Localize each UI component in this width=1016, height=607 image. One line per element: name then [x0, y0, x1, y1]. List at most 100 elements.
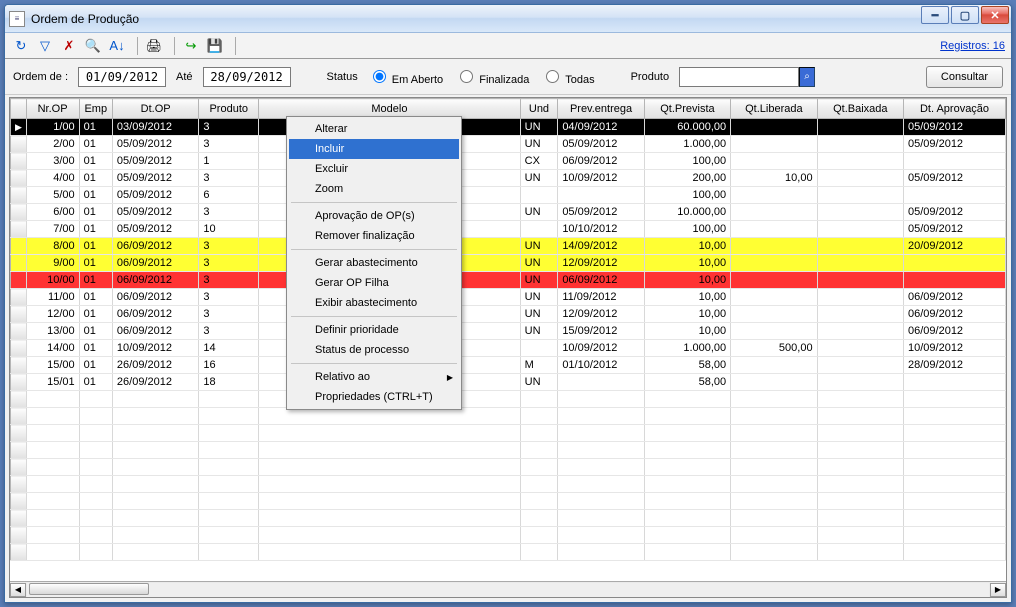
- zoom-icon[interactable]: 🔍: [83, 36, 103, 56]
- cell-und[interactable]: UN: [520, 238, 558, 255]
- cell-dtapr[interactable]: [904, 272, 1006, 289]
- date-to-input[interactable]: [203, 67, 291, 87]
- cell-emp[interactable]: 01: [79, 340, 112, 357]
- cell-produto[interactable]: 14: [199, 340, 259, 357]
- col-prev[interactable]: Prev.entrega: [558, 99, 644, 119]
- cell-prev[interactable]: 04/09/2012: [558, 119, 644, 136]
- cell-prev[interactable]: 06/09/2012: [558, 153, 644, 170]
- cell-emp[interactable]: 01: [79, 255, 112, 272]
- scroll-left-button[interactable]: ◀: [10, 583, 26, 597]
- cell-dtapr[interactable]: 05/09/2012: [904, 170, 1006, 187]
- ctx-excluir[interactable]: Excluir: [289, 159, 459, 179]
- scroll-track[interactable]: [27, 583, 989, 597]
- ctx-gerar-op-filha[interactable]: Gerar OP Filha: [289, 273, 459, 293]
- produto-lookup-button[interactable]: ⌕: [799, 67, 815, 87]
- cell-dtapr[interactable]: 06/09/2012: [904, 323, 1006, 340]
- cell-produto[interactable]: 3: [199, 204, 259, 221]
- cell-qtbx[interactable]: [817, 323, 903, 340]
- cell-qtbx[interactable]: [817, 289, 903, 306]
- col-qtlib[interactable]: Qt.Liberada: [731, 99, 817, 119]
- cell-nrop[interactable]: 13/00: [26, 323, 79, 340]
- table-row[interactable]: 2/000105/09/20123UN05/09/20121.000,0005/…: [11, 136, 1006, 153]
- cell-dtapr[interactable]: 20/09/2012: [904, 238, 1006, 255]
- table-row[interactable]: 14/000110/09/20121410/09/20121.000,00500…: [11, 340, 1006, 357]
- cell-emp[interactable]: 01: [79, 306, 112, 323]
- cell-dtapr[interactable]: 05/09/2012: [904, 204, 1006, 221]
- table-row[interactable]: 11/000106/09/20123UN11/09/201210,0006/09…: [11, 289, 1006, 306]
- ctx-propriedades[interactable]: Propriedades (CTRL+T): [289, 387, 459, 407]
- cell-dtop[interactable]: 05/09/2012: [112, 187, 198, 204]
- cell-dtapr[interactable]: [904, 255, 1006, 272]
- cell-und[interactable]: [520, 221, 558, 238]
- table-row[interactable]: ▶1/000103/09/20123UN04/09/201260.000,000…: [11, 119, 1006, 136]
- consultar-button[interactable]: Consultar: [926, 66, 1003, 88]
- cell-und[interactable]: UN: [520, 170, 558, 187]
- cell-emp[interactable]: 01: [79, 289, 112, 306]
- cell-qtprev[interactable]: 10,00: [644, 306, 730, 323]
- cell-dtop[interactable]: 06/09/2012: [112, 306, 198, 323]
- cell-nrop[interactable]: 4/00: [26, 170, 79, 187]
- cell-qtlib[interactable]: [731, 255, 817, 272]
- cell-prev[interactable]: 11/09/2012: [558, 289, 644, 306]
- cell-qtbx[interactable]: [817, 357, 903, 374]
- cell-qtprev[interactable]: 10.000,00: [644, 204, 730, 221]
- cell-qtbx[interactable]: [817, 153, 903, 170]
- cell-emp[interactable]: 01: [79, 323, 112, 340]
- ctx-gerar-abastecimento[interactable]: Gerar abastecimento: [289, 253, 459, 273]
- cell-emp[interactable]: 01: [79, 136, 112, 153]
- table-row[interactable]: 8/000106/09/20123UN14/09/201210,0020/09/…: [11, 238, 1006, 255]
- cell-qtprev[interactable]: 10,00: [644, 323, 730, 340]
- cell-qtlib[interactable]: [731, 272, 817, 289]
- cell-qtlib[interactable]: [731, 374, 817, 391]
- cell-produto[interactable]: 6: [199, 187, 259, 204]
- cell-qtprev[interactable]: 1.000,00: [644, 136, 730, 153]
- cell-dtapr[interactable]: [904, 187, 1006, 204]
- cell-produto[interactable]: 3: [199, 119, 259, 136]
- cell-und[interactable]: M: [520, 357, 558, 374]
- cell-qtlib[interactable]: [731, 153, 817, 170]
- cell-prev[interactable]: 12/09/2012: [558, 255, 644, 272]
- col-produto[interactable]: Produto: [199, 99, 259, 119]
- cell-und[interactable]: UN: [520, 272, 558, 289]
- cell-qtlib[interactable]: [731, 323, 817, 340]
- cell-nrop[interactable]: 7/00: [26, 221, 79, 238]
- cell-und[interactable]: UN: [520, 306, 558, 323]
- cell-nrop[interactable]: 11/00: [26, 289, 79, 306]
- cell-emp[interactable]: 01: [79, 221, 112, 238]
- scroll-right-button[interactable]: ▶: [990, 583, 1006, 597]
- cell-prev[interactable]: 05/09/2012: [558, 136, 644, 153]
- cell-qtlib[interactable]: [731, 357, 817, 374]
- export-icon[interactable]: ↪: [181, 36, 201, 56]
- cell-prev[interactable]: 01/10/2012: [558, 357, 644, 374]
- cell-prev[interactable]: 15/09/2012: [558, 323, 644, 340]
- cell-nrop[interactable]: 10/00: [26, 272, 79, 289]
- ctx-relativo-ao[interactable]: Relativo ao: [289, 367, 459, 387]
- cell-und[interactable]: UN: [520, 374, 558, 391]
- cell-produto[interactable]: 3: [199, 255, 259, 272]
- refresh-icon[interactable]: ↻: [11, 36, 31, 56]
- cell-qtbx[interactable]: [817, 255, 903, 272]
- cell-emp[interactable]: 01: [79, 272, 112, 289]
- cell-qtprev[interactable]: 1.000,00: [644, 340, 730, 357]
- table-row[interactable]: 12/000106/09/20123UN12/09/201210,0006/09…: [11, 306, 1006, 323]
- cell-emp[interactable]: 01: [79, 357, 112, 374]
- cell-produto[interactable]: 16: [199, 357, 259, 374]
- table-row[interactable]: 5/000105/09/20126100,00: [11, 187, 1006, 204]
- cell-qtbx[interactable]: [817, 187, 903, 204]
- cell-qtlib[interactable]: [731, 289, 817, 306]
- cell-produto[interactable]: 3: [199, 306, 259, 323]
- table-row[interactable]: 9/000106/09/20123UN12/09/201210,00: [11, 255, 1006, 272]
- col-dtop[interactable]: Dt.OP: [112, 99, 198, 119]
- cell-qtlib[interactable]: [731, 204, 817, 221]
- cell-prev[interactable]: [558, 187, 644, 204]
- cell-prev[interactable]: 05/09/2012: [558, 204, 644, 221]
- cell-und[interactable]: [520, 187, 558, 204]
- date-from-input[interactable]: [78, 67, 166, 87]
- registros-link[interactable]: Registros: 16: [940, 40, 1005, 52]
- cell-dtop[interactable]: 06/09/2012: [112, 289, 198, 306]
- cell-produto[interactable]: 18: [199, 374, 259, 391]
- cell-prev[interactable]: 06/09/2012: [558, 272, 644, 289]
- col-emp[interactable]: Emp: [79, 99, 112, 119]
- col-qtprev[interactable]: Qt.Prevista: [644, 99, 730, 119]
- cell-und[interactable]: UN: [520, 119, 558, 136]
